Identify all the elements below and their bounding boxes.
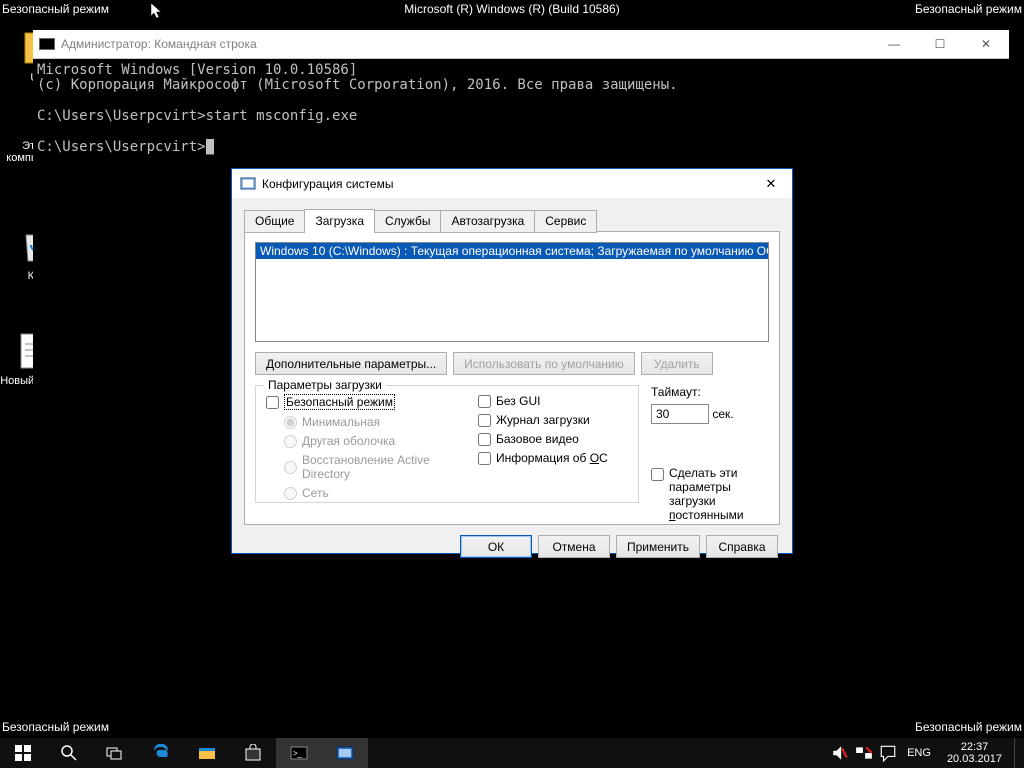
safemode-label-br: Безопасный режим (915, 720, 1022, 734)
tray-language[interactable]: ENG (903, 747, 935, 759)
cmd-title: Администратор: Командная строка (61, 37, 871, 51)
boot-options-legend: Параметры загрузки (264, 378, 386, 392)
dialog-close-button[interactable]: ✕ (750, 169, 792, 198)
tab-general[interactable]: Общие (244, 210, 305, 233)
tab-tools[interactable]: Сервис (534, 210, 597, 233)
tray-network-icon[interactable] (855, 744, 873, 762)
apply-button[interactable]: Применить (616, 535, 700, 558)
safeboot-minimal-radio (284, 416, 297, 429)
basevideo-checkbox[interactable] (478, 433, 491, 446)
osinfo-checkbox[interactable] (478, 452, 491, 465)
minimize-button[interactable]: — (871, 30, 917, 59)
cmd-icon (39, 38, 55, 50)
safeboot-network-radio (284, 487, 297, 500)
tab-startup[interactable]: Автозагрузка (440, 210, 535, 233)
tab-boot[interactable]: Загрузка (304, 209, 375, 232)
tab-services[interactable]: Службы (374, 210, 441, 233)
delete-button: Удалить (641, 352, 713, 375)
windows-watermark: Microsoft (R) Windows (R) (Build 10586) (404, 2, 619, 16)
msconfig-dialog: Конфигурация системы ✕ Общие Загрузка Сл… (231, 168, 793, 554)
show-desktop-button[interactable] (1014, 738, 1020, 768)
bootlog-checkbox[interactable] (478, 414, 491, 427)
ok-button[interactable]: ОК (460, 535, 532, 558)
taskbar-explorer-icon[interactable] (184, 738, 230, 768)
start-button[interactable] (0, 738, 46, 768)
safemode-label-tl: Безопасный режим (2, 2, 109, 16)
svg-text:>_: >_ (293, 749, 303, 758)
set-default-button: Использовать по умолчанию (453, 352, 635, 375)
make-permanent-checkbox[interactable] (651, 468, 664, 481)
search-button[interactable] (46, 738, 92, 768)
safeboot-checkbox[interactable] (266, 396, 279, 409)
taskbar: >_ ENG 22:37 20.03.2017 (0, 738, 1024, 768)
taskbar-msconfig-icon[interactable] (322, 738, 368, 768)
taskview-button[interactable] (92, 738, 138, 768)
boot-entries-listbox[interactable]: Windows 10 (C:\Windows) : Текущая операц… (255, 242, 769, 342)
msconfig-icon (240, 176, 256, 192)
safemode-label-bl: Безопасный режим (2, 720, 109, 734)
maximize-button[interactable]: ☐ (917, 30, 963, 59)
nogui-checkbox[interactable] (478, 395, 491, 408)
taskbar-cmd-icon[interactable]: >_ (276, 738, 322, 768)
boot-entry-selected[interactable]: Windows 10 (C:\Windows) : Текущая операц… (256, 243, 768, 259)
cancel-button[interactable]: Отмена (538, 535, 610, 558)
timeout-input[interactable] (651, 404, 709, 424)
close-button[interactable]: ✕ (963, 30, 1009, 59)
dialog-title: Конфигурация системы (262, 177, 750, 191)
tray-volume-icon[interactable] (831, 744, 849, 762)
mouse-cursor-icon (151, 3, 163, 21)
taskbar-edge-icon[interactable] (138, 738, 184, 768)
safemode-label-tr: Безопасный режим (915, 2, 1022, 16)
tray-action-center-icon[interactable] (879, 744, 897, 762)
timeout-label: Таймаут: (651, 385, 769, 399)
advanced-options-button[interactable]: Дополнительные параметры... (255, 352, 447, 375)
help-button[interactable]: Справка (706, 535, 778, 558)
taskbar-store-icon[interactable] (230, 738, 276, 768)
safeboot-altshell-radio (284, 435, 297, 448)
safeboot-adrepair-radio (284, 461, 297, 474)
tray-clock[interactable]: 22:37 20.03.2017 (941, 741, 1008, 765)
